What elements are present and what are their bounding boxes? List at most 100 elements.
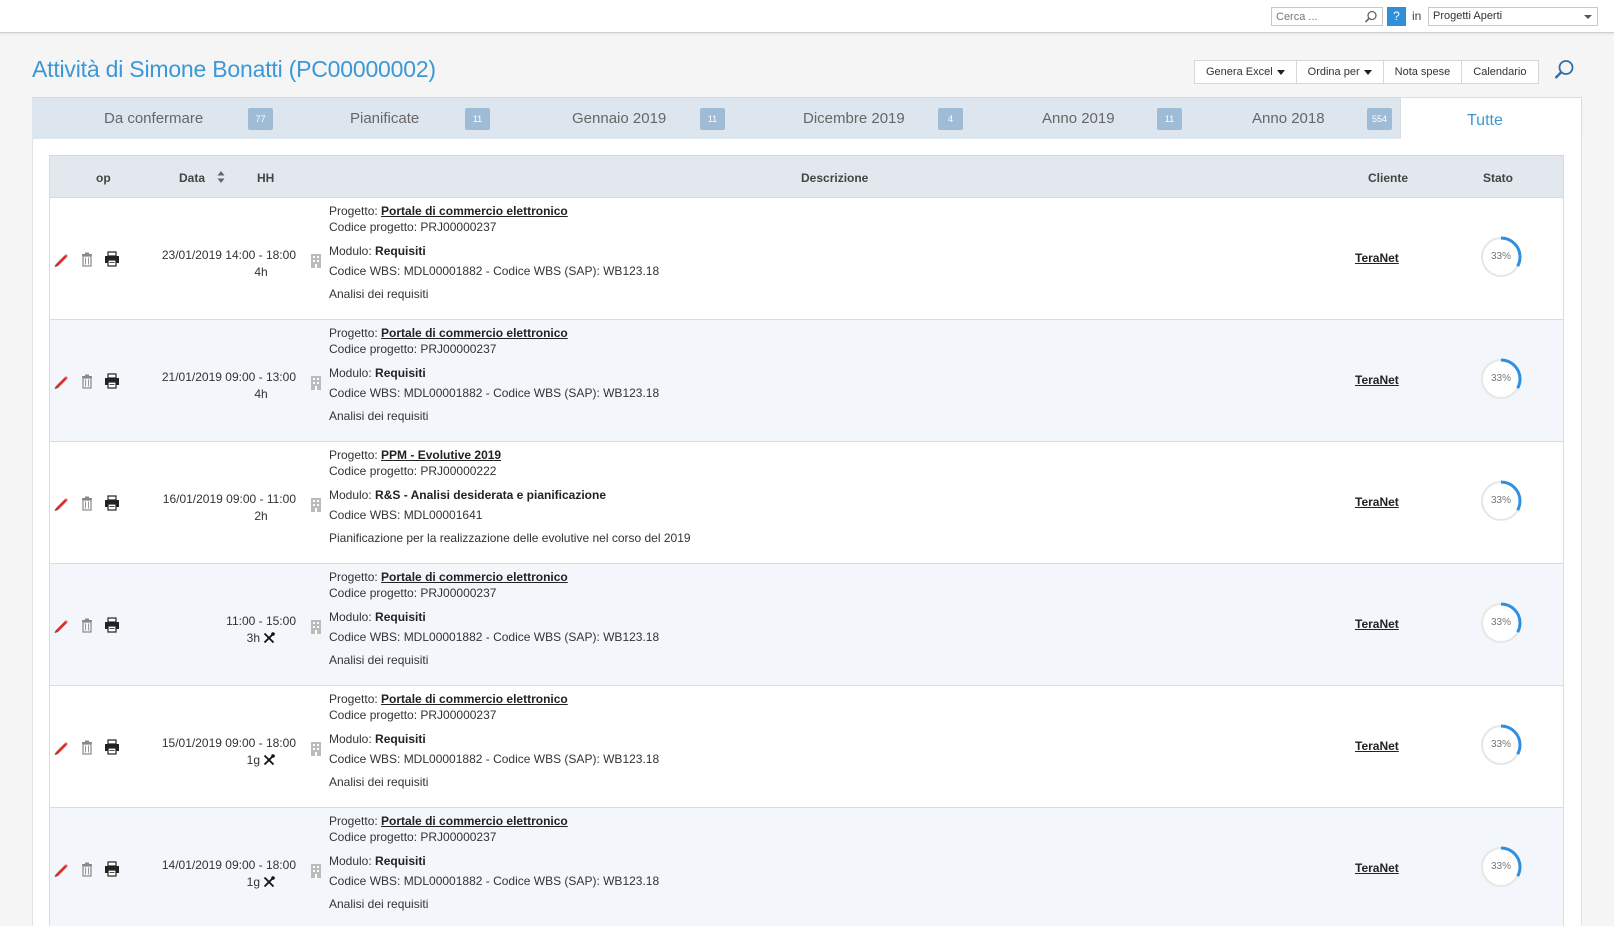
trash-icon[interactable] xyxy=(79,861,95,877)
project-line: Progetto: Portale di commercio elettroni… xyxy=(329,203,659,219)
client-link[interactable]: TeraNet xyxy=(1355,739,1399,753)
activity-datetime: 16/01/2019 09:00 - 11:00 xyxy=(162,492,296,506)
search-input[interactable] xyxy=(1272,8,1360,25)
tab-label: Dicembre 2019 xyxy=(803,110,905,127)
activity-note: Pianificazione per la realizzazione dell… xyxy=(329,531,691,545)
progress-percent: 33% xyxy=(1490,861,1511,872)
tab-label: Anno 2018 xyxy=(1252,110,1325,127)
building-icon xyxy=(311,620,321,634)
activity-duration: 4h xyxy=(246,265,276,279)
wbs-code: Codice WBS: MDL00001882 - Codice WBS (SA… xyxy=(329,630,660,644)
activity-description: Progetto: Portale di commercio elettroni… xyxy=(329,325,659,424)
page-title: Attività di Simone Bonatti (PC00000002) xyxy=(32,56,436,82)
module-line: Modulo: Requisiti xyxy=(329,243,659,259)
search-icon[interactable] xyxy=(1364,10,1378,24)
table-row: 15/01/2019 09:00 - 18:00 1g Progetto: Po… xyxy=(49,686,1564,808)
trash-icon[interactable] xyxy=(79,617,95,633)
edit-pencil-icon[interactable] xyxy=(52,251,68,267)
generate-excel-label: Genera Excel xyxy=(1206,66,1273,78)
printer-icon[interactable] xyxy=(104,373,120,389)
project-code: Codice progetto: PRJ00000237 xyxy=(329,220,497,234)
building-icon xyxy=(311,376,321,390)
project-line: Progetto: Portale di commercio elettroni… xyxy=(329,813,659,829)
table-row: 23/01/2019 14:00 - 18:00 4h Progetto: Po… xyxy=(49,198,1564,320)
client-link[interactable]: TeraNet xyxy=(1355,495,1399,509)
edit-pencil-icon[interactable] xyxy=(52,495,68,511)
tab-count-badge: 11 xyxy=(700,108,725,130)
printer-icon[interactable] xyxy=(104,495,120,511)
client-link[interactable]: TeraNet xyxy=(1355,861,1399,875)
column-header-op: op xyxy=(96,171,111,185)
project-link[interactable]: Portale di commercio elettronico xyxy=(381,326,568,340)
project-link[interactable]: Portale di commercio elettronico xyxy=(381,570,568,584)
project-line: Progetto: Portale di commercio elettroni… xyxy=(329,325,659,341)
client-link[interactable]: TeraNet xyxy=(1355,373,1399,387)
tab-label: Tutte xyxy=(1467,112,1503,129)
expense-report-button[interactable]: Nota spese xyxy=(1382,60,1463,84)
sort-icon[interactable] xyxy=(217,170,225,184)
project-line: Progetto: Portale di commercio elettroni… xyxy=(329,569,659,585)
top-bar: ? in Progetti Aperti xyxy=(0,0,1614,33)
trash-icon[interactable] xyxy=(79,739,95,755)
tab-gennaio-2019[interactable]: Gennaio 2019 11 xyxy=(522,98,757,139)
activity-duration: 1g xyxy=(246,875,276,889)
project-prefix: Progetto: xyxy=(329,570,378,584)
tools-icon xyxy=(264,754,276,766)
tab-label: Anno 2019 xyxy=(1042,110,1115,127)
tab-pianificate[interactable]: Pianificate 11 xyxy=(287,98,522,139)
project-link[interactable]: Portale di commercio elettronico xyxy=(381,204,568,218)
edit-pencil-icon[interactable] xyxy=(52,373,68,389)
printer-icon[interactable] xyxy=(104,617,120,633)
help-button[interactable]: ? xyxy=(1387,7,1406,26)
project-line: Progetto: Portale di commercio elettroni… xyxy=(329,691,659,707)
edit-pencil-icon[interactable] xyxy=(52,739,68,755)
module-name: Requisiti xyxy=(375,366,426,380)
client-link[interactable]: TeraNet xyxy=(1355,617,1399,631)
project-link[interactable]: Portale di commercio elettronico xyxy=(381,814,568,828)
trash-icon[interactable] xyxy=(79,251,95,267)
tab-anno-2019[interactable]: Anno 2019 11 xyxy=(997,98,1217,139)
printer-icon[interactable] xyxy=(104,251,120,267)
wbs-code: Codice WBS: MDL00001882 - Codice WBS (SA… xyxy=(329,386,660,400)
building-icon xyxy=(311,254,321,268)
status-progress: 33% xyxy=(1480,724,1522,766)
project-link[interactable]: PPM - Evolutive 2019 xyxy=(381,448,501,462)
project-code: Codice progetto: PRJ00000222 xyxy=(329,464,497,478)
search-scope-label: in xyxy=(1412,9,1422,23)
sort-by-button[interactable]: Ordina per xyxy=(1295,60,1384,84)
column-header-hours: HH xyxy=(257,171,275,185)
activity-duration: 4h xyxy=(246,387,276,401)
client-link[interactable]: TeraNet xyxy=(1355,251,1399,265)
activity-datetime: 11:00 - 15:00 xyxy=(226,614,296,628)
project-code: Codice progetto: PRJ00000237 xyxy=(329,342,497,356)
column-header-date[interactable]: Data xyxy=(179,171,205,185)
tab-label: Pianificate xyxy=(350,110,420,127)
toolbar: Genera Excel Ordina per Nota spese Calen… xyxy=(1194,60,1539,84)
edit-pencil-icon[interactable] xyxy=(52,861,68,877)
printer-icon[interactable] xyxy=(104,739,120,755)
trash-icon[interactable] xyxy=(79,373,95,389)
trash-icon[interactable] xyxy=(79,495,95,511)
table-row: 21/01/2019 09:00 - 13:00 4h Progetto: Po… xyxy=(49,320,1564,442)
project-link[interactable]: Portale di commercio elettronico xyxy=(381,692,568,706)
tab-count-badge: 554 xyxy=(1367,108,1392,130)
calendar-button[interactable]: Calendario xyxy=(1461,60,1539,84)
search-icon[interactable] xyxy=(1553,59,1575,81)
activity-datetime: 21/01/2019 09:00 - 13:00 xyxy=(161,370,296,384)
tab-count-badge: 77 xyxy=(248,108,273,130)
search-scope-select[interactable]: Progetti Aperti xyxy=(1428,7,1598,26)
tab-da-confermare[interactable]: Da confermare 77 xyxy=(32,98,287,139)
module-line: Modulo: Requisiti xyxy=(329,609,659,625)
tab-dicembre-2019[interactable]: Dicembre 2019 4 xyxy=(757,98,997,139)
module-prefix: Modulo: xyxy=(329,732,372,746)
activity-note: Analisi dei requisiti xyxy=(329,653,429,667)
module-prefix: Modulo: xyxy=(329,244,372,258)
tools-icon xyxy=(264,876,276,888)
activity-duration: 2h xyxy=(246,509,276,523)
printer-icon[interactable] xyxy=(104,861,120,877)
edit-pencil-icon[interactable] xyxy=(52,617,68,633)
module-name: Requisiti xyxy=(375,732,426,746)
generate-excel-button[interactable]: Genera Excel xyxy=(1194,60,1297,84)
tab-tutte[interactable]: Tutte xyxy=(1400,97,1582,140)
chevron-down-icon xyxy=(1584,15,1592,19)
